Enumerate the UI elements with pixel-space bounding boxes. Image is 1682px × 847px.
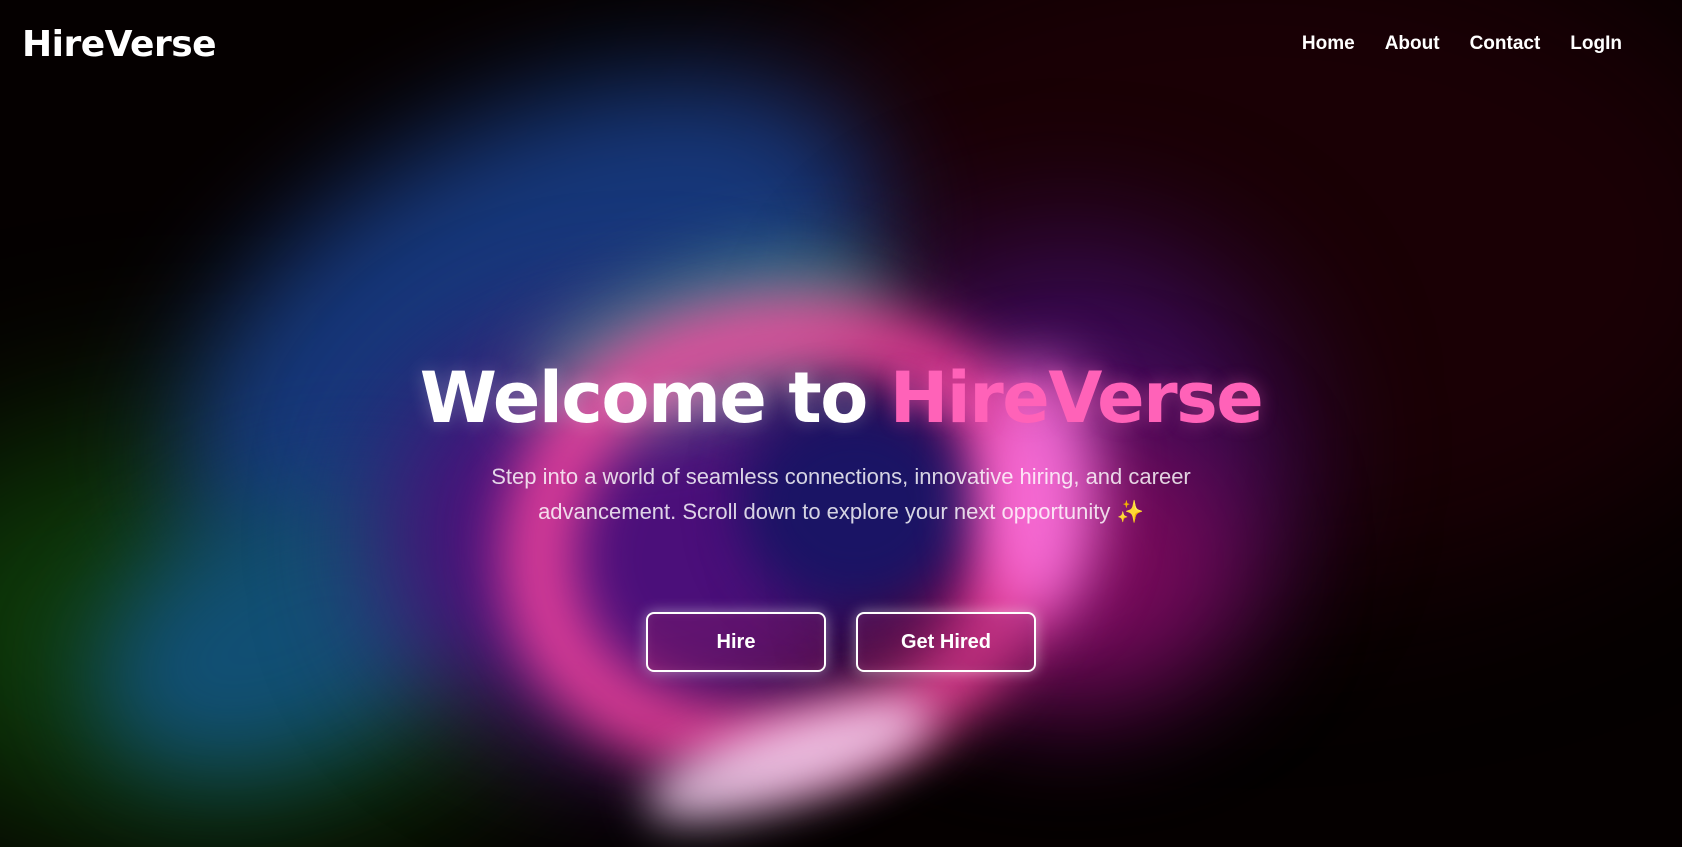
- hero-section: Welcome to HireVerse Step into a world o…: [0, 360, 1682, 529]
- get-hired-button[interactable]: Get Hired: [856, 612, 1036, 672]
- nav-login-link[interactable]: LogIn: [1570, 33, 1622, 55]
- nav-contact-link[interactable]: Contact: [1470, 33, 1541, 55]
- nav-home-link[interactable]: Home: [1302, 33, 1355, 55]
- hire-button[interactable]: Hire: [646, 612, 826, 672]
- sparkles-icon: ✨: [1116, 499, 1144, 524]
- hero-title: Welcome to HireVerse: [0, 360, 1682, 437]
- nav-about-link[interactable]: About: [1385, 33, 1440, 55]
- brand-logo[interactable]: HireVerse: [22, 24, 217, 65]
- hero-subtitle: Step into a world of seamless connection…: [461, 459, 1221, 529]
- hero-title-accent: HireVerse: [889, 357, 1264, 439]
- cta-buttons: Hire Get Hired: [0, 612, 1682, 672]
- landing-page: HireVerse Home About Contact LogIn Welco…: [0, 0, 1682, 847]
- hero-subtitle-text: Step into a world of seamless connection…: [491, 464, 1191, 524]
- nav-links: Home About Contact LogIn: [1302, 33, 1622, 55]
- hero-title-prefix: Welcome to: [419, 357, 890, 439]
- navbar: HireVerse Home About Contact LogIn: [0, 0, 1682, 88]
